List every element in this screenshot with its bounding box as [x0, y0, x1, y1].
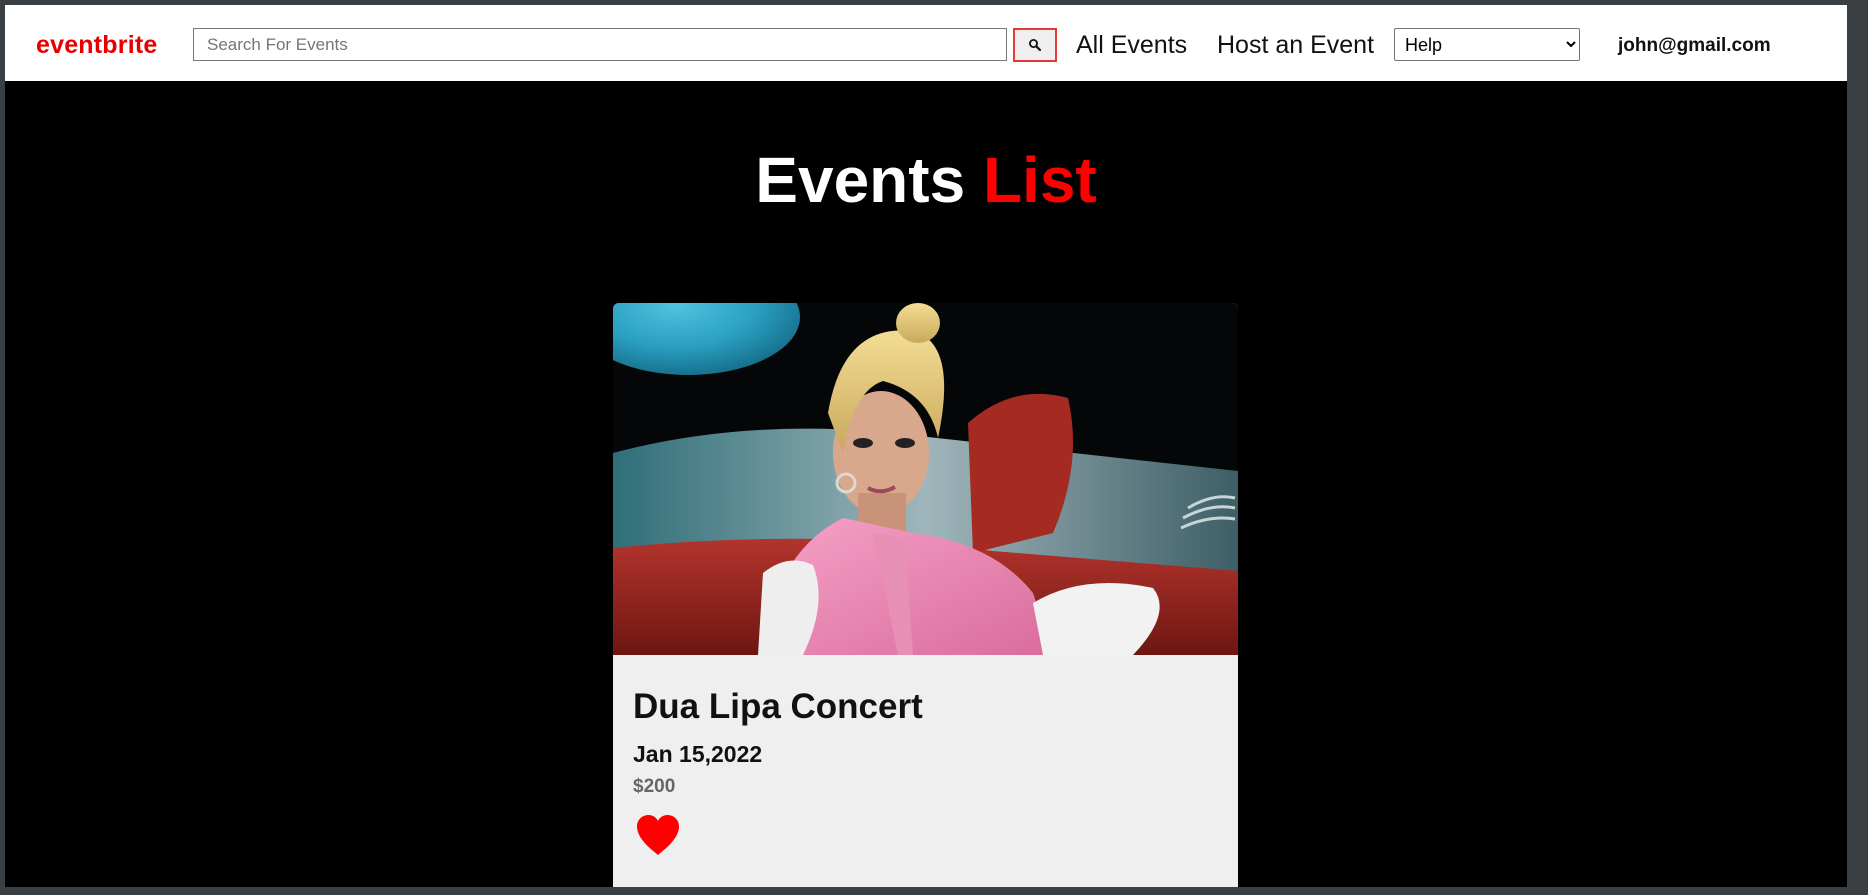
- favorite-button[interactable]: [635, 813, 681, 857]
- page-title-main: Events: [755, 144, 966, 216]
- help-dropdown[interactable]: Help: [1394, 28, 1580, 61]
- nav-host-event-link[interactable]: Host an Event: [1217, 31, 1374, 60]
- heart-icon: [637, 815, 679, 855]
- browser-viewport: eventbrite All Events Host an Event Help…: [5, 5, 1847, 887]
- brand-logo[interactable]: eventbrite: [36, 31, 157, 60]
- event-card[interactable]: Dua Lipa Concert Jan 15,2022 $200: [613, 303, 1238, 887]
- search-button[interactable]: [1013, 28, 1057, 62]
- user-email[interactable]: john@gmail.com: [1618, 35, 1771, 57]
- page-title: Events List: [5, 148, 1847, 212]
- nav-all-events-link[interactable]: All Events: [1076, 31, 1187, 60]
- event-price: $200: [633, 776, 676, 797]
- search-icon: [1029, 39, 1042, 52]
- event-image[interactable]: [613, 303, 1238, 655]
- event-name[interactable]: Dua Lipa Concert: [633, 687, 923, 727]
- top-navbar: eventbrite All Events Host an Event Help…: [5, 5, 1847, 81]
- event-date: Jan 15,2022: [633, 741, 763, 767]
- search-input[interactable]: [193, 28, 1007, 61]
- page-title-accent: List: [982, 144, 1097, 216]
